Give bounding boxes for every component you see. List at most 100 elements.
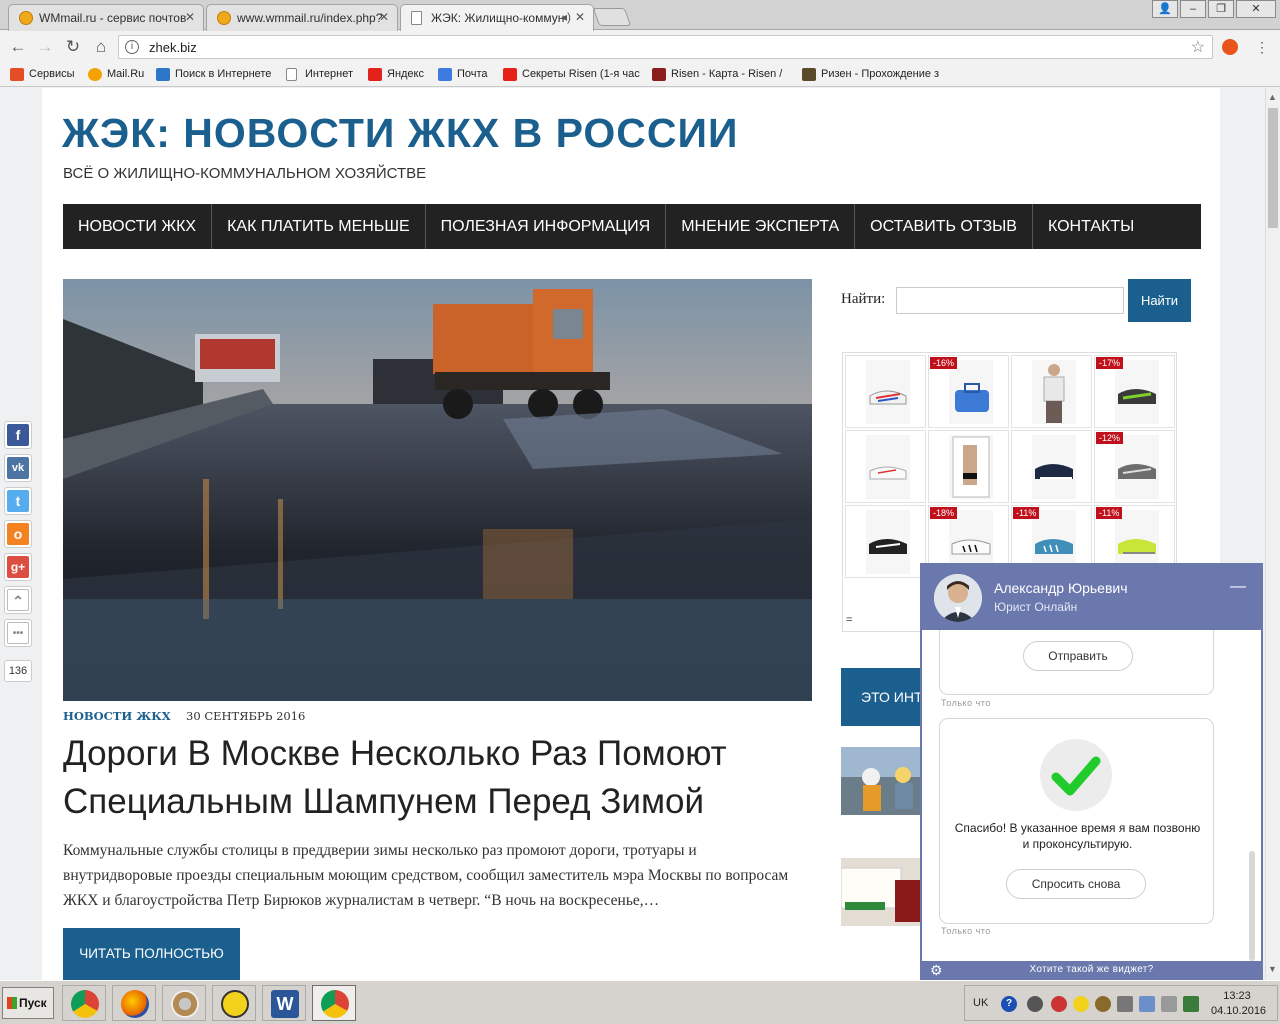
safely-remove-icon[interactable] (1183, 996, 1199, 1012)
scrollbar-thumb[interactable] (1268, 108, 1278, 228)
site-title[interactable]: ЖЭК: НОВОСТИ ЖКХ В РОССИИ (62, 110, 738, 157)
taskbar-app-ghost[interactable] (212, 985, 256, 1021)
bookmark-yandex[interactable]: Яндекс (368, 68, 424, 81)
post-category-link[interactable]: НОВОСТИ ЖКХ (63, 709, 171, 723)
taskbar-app-chrome[interactable] (62, 985, 106, 1021)
shop-product-4[interactable]: -17% (1094, 355, 1175, 428)
bookmark-risen-secrets[interactable]: Секреты Risen (1-я час (503, 68, 640, 81)
share-odnoklassniki[interactable]: o (4, 520, 32, 548)
shop-product-3[interactable] (1011, 355, 1092, 428)
monitor-icon[interactable] (1139, 996, 1155, 1012)
share-facebook[interactable]: f (4, 421, 32, 449)
w-icon (802, 68, 816, 81)
shop-product-9[interactable] (845, 505, 926, 578)
maximize-button[interactable]: ❐ (1208, 0, 1234, 18)
nav-item-expert[interactable]: МНЕНИЕ ЭКСПЕРТА (666, 204, 856, 249)
antivirus-icon[interactable] (1051, 996, 1067, 1012)
home-icon[interactable]: ⌂ (91, 37, 111, 57)
tab-zhek[interactable]: ЖЭК: Жилищно-коммун ◂) ✕ (400, 4, 594, 31)
shop-product-2[interactable]: -16% (928, 355, 1009, 428)
ask-again-button[interactable]: Спросить снова (1006, 869, 1146, 899)
taskbar-app-chrome-active[interactable] (312, 985, 356, 1021)
browser-toolbar: ← → ↻ ⌂ i zhek.biz ☆ ⋮ (0, 31, 1280, 63)
address-bar[interactable]: i zhek.biz ☆ (118, 35, 1213, 59)
post-title[interactable]: Дороги В Москве Несколько Раз Помоют Спе… (63, 730, 803, 826)
nav-item-news[interactable]: НОВОСТИ ЖКХ (63, 204, 213, 249)
bookmark-mailru[interactable]: Mail.Ru (88, 68, 144, 81)
shop-product-5[interactable] (845, 430, 926, 503)
more-icon: ••• (7, 622, 29, 644)
ghost-tray-icon[interactable] (1073, 996, 1089, 1012)
shop-product-1[interactable] (845, 355, 926, 428)
minimize-icon[interactable]: — (1230, 579, 1246, 595)
shop-product-6[interactable] (928, 430, 1009, 503)
bookmark-mail[interactable]: Почта (438, 68, 488, 81)
connection-icon[interactable] (1161, 996, 1177, 1012)
chat-timestamp: Только что (941, 926, 991, 936)
back-arrow-icon[interactable]: ← (8, 37, 28, 57)
post-featured-image[interactable] (63, 279, 812, 701)
get-widget-link[interactable]: Хотите такой же виджет? (922, 964, 1261, 975)
clock[interactable]: 13:23 04.10.2016 (1211, 989, 1267, 1019)
shop-product-7[interactable] (1011, 430, 1092, 503)
keyboard-language[interactable]: UK (973, 997, 988, 1009)
profile-icon[interactable]: 👤 (1152, 0, 1178, 18)
help-icon[interactable]: ? (1001, 996, 1017, 1012)
forward-arrow-icon[interactable]: → (35, 37, 55, 57)
info-icon[interactable]: i (125, 40, 139, 54)
nav-item-contacts[interactable]: КОНТАКТЫ (1033, 204, 1149, 249)
bookmark-search[interactable]: Поиск в Интернете (156, 68, 271, 81)
discount-badge: -16% (930, 357, 958, 369)
post-excerpt: Коммунальные службы столицы в преддверии… (63, 842, 789, 909)
bookmark-risen-map[interactable]: Risen - Карта - Risen / (652, 68, 782, 81)
minimize-button[interactable]: – (1180, 0, 1206, 18)
tab-title: www.wmmail.ru/index.php? (237, 11, 383, 25)
shop-product-8[interactable]: -12% (1094, 430, 1175, 503)
reload-icon[interactable]: ↻ (63, 37, 83, 57)
taskbar-app-word[interactable]: W (262, 985, 306, 1021)
share-scroll-up[interactable]: ⌃ (4, 586, 32, 614)
share-twitter[interactable]: t (4, 487, 32, 515)
nav-item-pay-less[interactable]: КАК ПЛАТИТЬ МЕНЬШЕ (212, 204, 426, 249)
tab-wmmail-index[interactable]: www.wmmail.ru/index.php? ✕ (206, 4, 398, 31)
network-icon[interactable] (1117, 996, 1133, 1012)
tab-title: WMmail.ru - сервис почтов (39, 11, 187, 25)
extension-icon[interactable] (1222, 39, 1238, 55)
scroll-down-arrow-icon[interactable]: ▼ (1268, 964, 1277, 974)
clock-date: 04.10.2016 (1211, 1005, 1267, 1017)
gear-icon[interactable]: ⚙ (930, 962, 943, 979)
discount-badge: -12% (1096, 432, 1124, 444)
tray-toggle-icon[interactable] (1027, 996, 1043, 1012)
bookmark-services[interactable]: Сервисы (10, 68, 75, 81)
chat-header[interactable]: Александр Юрьевич Юрист Онлайн — (922, 565, 1261, 630)
taskbar-app-firefox[interactable] (112, 985, 156, 1021)
chat-scrollbar[interactable] (1249, 851, 1255, 961)
search-input[interactable] (896, 287, 1124, 314)
read-more-button[interactable]: ЧИТАТЬ ПОЛНОСТЬЮ (63, 928, 240, 980)
new-tab-button[interactable] (592, 8, 632, 26)
close-tab-icon[interactable]: ✕ (575, 10, 585, 24)
close-tab-icon[interactable]: ✕ (379, 10, 389, 24)
bookmark-internet[interactable]: Интернет (286, 68, 353, 81)
taskbar-app-paint[interactable] (162, 985, 206, 1021)
chrome-icon (71, 990, 99, 1018)
page-scrollbar[interactable]: ▲ ▼ (1265, 88, 1280, 980)
speaker-icon[interactable] (1095, 996, 1111, 1012)
share-vk[interactable]: vk (4, 454, 32, 482)
send-button[interactable]: Отправить (1023, 641, 1133, 671)
close-window-button[interactable]: ✕ (1236, 0, 1276, 18)
share-more[interactable]: ••• (4, 619, 32, 647)
nav-item-useful-info[interactable]: ПОЛЕЗНАЯ ИНФОРМАЦИЯ (426, 204, 667, 249)
scroll-up-arrow-icon[interactable]: ▲ (1268, 92, 1277, 102)
menu-icon[interactable]: ⋮ (1252, 37, 1272, 57)
close-tab-icon[interactable]: ✕ (185, 10, 195, 24)
nav-item-feedback[interactable]: ОСТАВИТЬ ОТЗЫВ (855, 204, 1033, 249)
search-button[interactable]: Найти (1128, 279, 1191, 322)
start-button[interactable]: Пуск (2, 987, 54, 1019)
audio-icon[interactable]: ◂) (561, 10, 571, 24)
bookmark-risen-walkthrough[interactable]: Ризен - Прохождение з (802, 68, 939, 81)
tab-wmmail[interactable]: WMmail.ru - сервис почтов ✕ (8, 4, 204, 31)
bookmark-star-icon[interactable]: ☆ (1191, 37, 1205, 57)
share-google-plus[interactable]: g+ (4, 553, 32, 581)
consultant-role: Юрист Онлайн (994, 600, 1078, 614)
